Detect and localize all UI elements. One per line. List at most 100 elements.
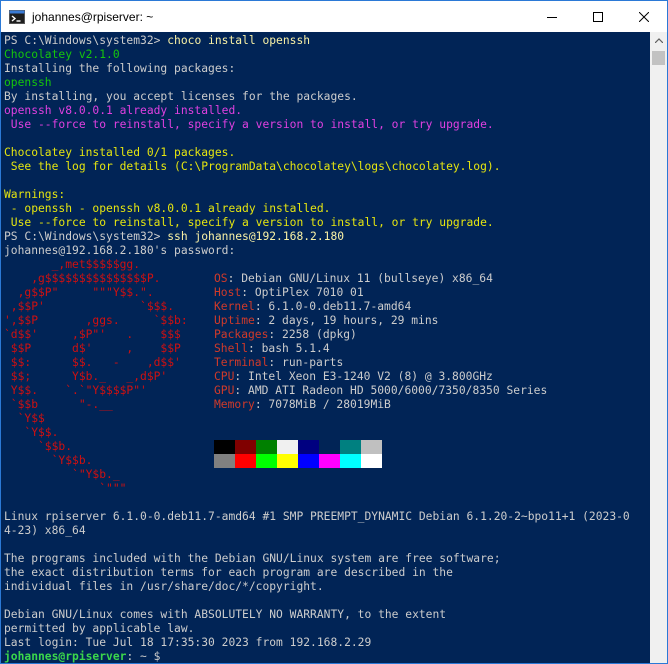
terminal-line: See the log for details (C:\ProgramData\… [4,160,650,174]
neofetch-row: `$$b. [4,440,650,454]
terminal-line: openssh [4,76,650,90]
scroll-up-button[interactable] [650,32,667,49]
terminal-text: Linux rpiserver 6.1.0-0.deb11.7-amd64 #1… [4,510,630,523]
info-separator: : [254,300,269,313]
maximize-icon [593,11,603,22]
terminal-output[interactable]: PS C:\Windows\system32> choco install op… [2,32,650,663]
color-swatch [340,440,361,454]
ascii-art: $$: $$. - ,d$$' [4,356,181,369]
color-swatch [298,440,319,454]
neofetch-info: Packages: 2258 (dpkg) [214,328,357,342]
info-value: Debian GNU/Linux 11 (bullseye) x86_64 [241,272,493,285]
color-swatch [214,440,235,454]
info-label: Uptime [214,314,255,327]
close-button[interactable] [621,1,667,32]
terminal-text: See the log for details (C:\ProgramData\… [4,160,501,173]
info-value: run-parts [282,356,344,369]
maximize-button[interactable] [575,1,621,32]
terminal-text: openssh v8.0.0.1 already installed. [4,104,243,117]
terminal-text: Use --force to reinstall, specify a vers… [4,216,494,229]
title-bar[interactable]: johannes@rpiserver: ~ [1,1,667,32]
terminal-line: 4-23) x86_64 [4,524,650,538]
info-label: Host [214,286,242,299]
info-separator: : [227,272,242,285]
neofetch-row: ,$$P' `$$$. Kernel: 6.1.0-0.deb11.7-amd64 [4,300,650,314]
terminal-line: Installing the following packages: [4,62,650,76]
close-icon [639,11,649,22]
ascii-art: `$$b. [4,440,73,453]
neofetch-info: OS: Debian GNU/Linux 11 (bullseye) x86_6… [214,272,493,286]
terminal-line: PS C:\Windows\system32> ssh johannes@192… [4,230,650,244]
terminal-text: Installing the following packages: [4,62,236,75]
terminal-text: Warnings: [4,188,66,201]
info-label: Kernel [214,300,255,313]
info-separator: : [254,398,269,411]
ascii-art: `""" [4,482,127,495]
shell-prompt[interactable]: johannes@rpiserver: ~ $ [4,650,650,663]
command-text: choco install openssh [167,34,311,47]
neofetch-info: Shell: bash 5.1.4 [214,342,330,356]
terminal-line: By installing, you accept licenses for t… [4,90,650,104]
neofetch-row: $$P d$' , $$P Shell: bash 5.1.4 [4,342,650,356]
ascii-art: _,met$$$$$gg. [4,258,141,271]
ascii-art: ,g$$$$$$$$$$$$$$$P. [4,272,161,285]
scrollbar-thumb[interactable] [652,51,665,65]
terminal-text: the exact distribution terms for each pr… [4,566,453,579]
terminal-text: permitted by applicable law. [4,622,195,635]
neofetch-row: ,g$$$$$$$$$$$$$$$P. OS: Debian GNU/Linux … [4,272,650,286]
neofetch-info: GPU: AMD ATI Radeon HD 5000/6000/7350/83… [214,384,547,398]
info-separator: : [254,314,269,327]
info-value: 7078MiB / 28019MiB [268,398,391,411]
color-swatch [319,440,340,454]
neofetch-info: Terminal: run-parts [214,356,343,370]
terminal-line: permitted by applicable law. [4,622,650,636]
color-swatch [235,454,256,468]
info-value: Intel Xeon E3-1240 V2 (8) @ 3.800GHz [248,370,493,383]
neofetch-info: Memory: 7078MiB / 28019MiB [214,398,391,412]
terminal-text: openssh [4,76,52,89]
info-separator: : [241,286,255,299]
terminal-line: Chocolatey installed 0/1 packages. [4,146,650,160]
terminal-icon [9,9,25,25]
color-swatch [361,440,382,454]
ascii-art: `Y$$b. [4,454,93,467]
color-swatch [235,440,256,454]
info-value: bash 5.1.4 [261,342,330,355]
terminal-line: Warnings: [4,188,650,202]
terminal-text: The programs included with the Debian GN… [4,552,501,565]
neofetch-row: ',$$P ,ggs. `$$b: Uptime: 2 days, 19 hour… [4,314,650,328]
terminal-text: Use --force to reinstall, specify a vers… [4,118,494,131]
terminal-line: The programs included with the Debian GN… [4,552,650,566]
vertical-scrollbar[interactable] [650,32,667,663]
terminal-line: Chocolatey v2.1.0 [4,48,650,62]
info-value: 2 days, 19 hours, 29 mins [268,314,439,327]
neofetch-info: Host: OptiPlex 7010 01 [214,286,364,300]
terminal-text: Chocolatey installed 0/1 packages. [4,146,236,159]
color-swatch [277,454,298,468]
info-label: Memory [214,398,255,411]
neofetch-info: Uptime: 2 days, 19 hours, 29 mins [214,314,438,328]
terminal-line: Linux rpiserver 6.1.0-0.deb11.7-amd64 #1… [4,510,650,524]
terminal-line: johannes@192.168.2.180's password: [4,244,650,258]
info-value: AMD ATI Radeon HD 5000/6000/7350/8350 Se… [248,384,548,397]
info-label: CPU [214,370,235,383]
terminal-line: Last login: Tue Jul 18 17:35:30 2023 fro… [4,636,650,650]
info-value: 2258 (dpkg) [282,328,357,341]
window-title: johannes@rpiserver: ~ [32,9,154,24]
color-swatch [277,440,298,454]
neofetch-row: `"Y$b._ [4,468,650,482]
neofetch-row: ,g$$P" """Y$$.". Host: OptiPlex 7010 01 [4,286,650,300]
info-separator: : [234,384,249,397]
neofetch-row: `$$b "-.__ Memory: 7078MiB / 28019MiB [4,398,650,412]
neofetch-row: `d$$' ,$P"' . $$$ Packages: 2258 (dpkg) [4,328,650,342]
color-palette-row [214,440,382,454]
info-label: GPU [214,384,235,397]
prompt-user-host: johannes@rpiserver [4,650,127,663]
neofetch-info: CPU: Intel Xeon E3-1240 V2 (8) @ 3.800GH… [214,370,493,384]
terminal-text: johannes@192.168.2.180's password: [4,244,236,257]
minimize-button[interactable] [529,1,575,32]
info-separator: : [248,342,262,355]
